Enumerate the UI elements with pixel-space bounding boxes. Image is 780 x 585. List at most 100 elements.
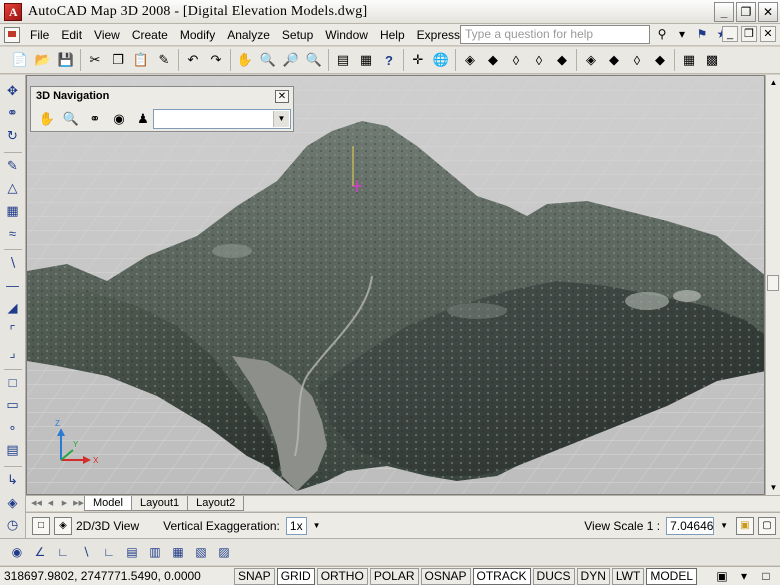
lock-icon[interactable]: ▣ [736, 516, 754, 535]
view-mode-label[interactable]: 2D/3D View [76, 519, 139, 533]
menu-window[interactable]: Window [319, 25, 374, 45]
osnap-toggle[interactable]: OSNAP [420, 567, 471, 585]
fillet-icon[interactable]: ⌟ [3, 343, 23, 363]
display-toggle-icon[interactable]: ▢ [758, 516, 776, 535]
map-feature-icon[interactable]: ◈ [3, 493, 23, 513]
otrack-toggle[interactable]: OTRACK [472, 567, 531, 585]
ortho-toggle[interactable]: ORTHO [316, 567, 368, 585]
chevron-down-icon[interactable]: ▼ [273, 111, 289, 127]
erase-icon[interactable]: ✎ [3, 156, 23, 176]
globe-icon[interactable]: 🌐 [431, 50, 451, 70]
array-icon[interactable]: ▦ [3, 201, 23, 221]
doc-minimize-button[interactable]: _ [722, 26, 738, 42]
extend-icon[interactable]: — [3, 276, 23, 296]
tab-model[interactable]: Model [84, 496, 132, 511]
map-tool-5-icon[interactable]: ◆ [552, 50, 572, 70]
menu-setup[interactable]: Setup [276, 25, 319, 45]
clock-icon[interactable]: ◷ [3, 515, 23, 535]
design-center-icon[interactable]: ▦ [356, 50, 376, 70]
zoom-realtime-icon[interactable]: 🔍 [258, 50, 278, 70]
save-icon[interactable]: 💾 [56, 50, 76, 70]
open-file-icon[interactable]: 📂 [33, 50, 53, 70]
communication-center-icon[interactable]: ⚑ [694, 26, 710, 42]
map-tool-4-icon[interactable]: ◊ [529, 50, 549, 70]
scroll-thumb[interactable] [767, 275, 779, 291]
map-tool-6-icon[interactable]: ◈ [581, 50, 601, 70]
close-button[interactable]: ✕ [758, 2, 778, 22]
map-layer-4-icon[interactable]: ▧ [192, 543, 210, 561]
map-tool-7-icon[interactable]: ◆ [604, 50, 624, 70]
rectangle-icon[interactable]: □ [3, 373, 23, 393]
undo-icon[interactable]: ↶ [183, 50, 203, 70]
match-properties-icon[interactable]: ✎ [154, 50, 174, 70]
tray-lock-icon[interactable]: ▣ [714, 568, 730, 584]
tab-layout2[interactable]: Layout2 [187, 496, 245, 511]
polar-toggle[interactable]: POLAR [369, 567, 419, 585]
document-icon[interactable] [4, 26, 20, 43]
menu-help[interactable]: Help [374, 25, 411, 45]
tab-layout1[interactable]: Layout1 [130, 496, 189, 511]
map-tool-2-icon[interactable]: ◆ [483, 50, 503, 70]
map-pan-icon[interactable]: ✛ [408, 50, 428, 70]
dyn-toggle[interactable]: DYN [576, 567, 610, 585]
explode-icon[interactable]: ∘ [3, 418, 23, 438]
dimension-radius-icon[interactable]: ∟ [100, 543, 118, 561]
offset-icon[interactable]: ≈ [3, 223, 23, 243]
menu-view[interactable]: View [88, 25, 126, 45]
scale-icon[interactable]: ◢ [3, 298, 23, 318]
dimension-angle-icon[interactable]: ∠ [31, 543, 49, 561]
map-layer-5-icon[interactable]: ▨ [215, 543, 233, 561]
menu-analyze[interactable]: Analyze [221, 25, 276, 45]
dropdown-icon[interactable]: ▾ [674, 26, 690, 42]
3d-navigation-close-button[interactable]: ✕ [275, 90, 289, 103]
minimize-button[interactable]: _ [714, 2, 734, 22]
menu-edit[interactable]: Edit [55, 25, 88, 45]
3d-zoom-icon[interactable]: 🔍 [61, 109, 81, 129]
doc-close-button[interactable]: ✕ [760, 26, 776, 42]
3d-orbit-icon[interactable]: ⚭ [85, 109, 105, 129]
dimension-linear-icon[interactable]: ∖ [77, 543, 95, 561]
lwt-toggle[interactable]: LWT [611, 567, 645, 585]
autocad-app-icon[interactable] [4, 2, 22, 21]
zoom-window-icon[interactable]: 🔎 [281, 50, 301, 70]
first-tab-icon[interactable]: ◀◀ [30, 497, 43, 510]
map-tool-3-icon[interactable]: ◊ [506, 50, 526, 70]
model-viewport[interactable]: Z X Y [26, 75, 765, 495]
map-tool-1-icon[interactable]: ◈ [460, 50, 480, 70]
map-layer-2-icon[interactable]: ▥ [146, 543, 164, 561]
3d-pan-icon[interactable]: ✋ [37, 109, 57, 129]
layer-icon[interactable]: ▩ [702, 50, 722, 70]
layout-icon[interactable]: □ [32, 516, 50, 535]
properties-icon[interactable]: ▤ [333, 50, 353, 70]
table-icon[interactable]: ▦ [679, 50, 699, 70]
stretch-icon[interactable]: ⌜ [3, 321, 23, 341]
copy-icon[interactable]: ❐ [108, 50, 128, 70]
mirror-icon[interactable]: △ [3, 178, 23, 198]
new-file-icon[interactable]: 📄 [10, 50, 30, 70]
zoom-previous-icon[interactable]: 🔍 [304, 50, 324, 70]
measure-icon[interactable]: ▤ [3, 441, 23, 461]
restore-button[interactable]: ❐ [736, 2, 756, 22]
next-tab-icon[interactable]: ▶ [58, 497, 71, 510]
redo-icon[interactable]: ↷ [206, 50, 226, 70]
scroll-down-arrow-icon[interactable]: ▼ [766, 480, 780, 495]
map-tool-8-icon[interactable]: ◊ [627, 50, 647, 70]
ducs-toggle[interactable]: DUCS [532, 567, 575, 585]
map-layer-3-icon[interactable]: ▦ [169, 543, 187, 561]
menu-express[interactable]: Express [411, 25, 466, 45]
polygon-icon[interactable]: ▭ [3, 396, 23, 416]
scroll-up-arrow-icon[interactable]: ▲ [766, 75, 780, 90]
vertical-scrollbar[interactable]: ▲ ▼ [765, 75, 780, 495]
menu-create[interactable]: Create [126, 25, 174, 45]
snap-toggle[interactable]: SNAP [234, 567, 275, 585]
help-icon[interactable]: ? [379, 50, 399, 70]
clean-screen-icon[interactable]: □ [758, 568, 774, 584]
polyline-icon[interactable]: ↳ [3, 470, 23, 490]
doc-restore-button[interactable]: ❐ [741, 26, 757, 42]
model-toggle[interactable]: MODEL [646, 567, 698, 585]
menu-file[interactable]: File [24, 25, 55, 45]
cut-icon[interactable]: ✂ [85, 50, 105, 70]
vertical-exaggeration-select[interactable]: 1x [285, 516, 307, 535]
map-tool-9-icon[interactable]: ◆ [650, 50, 670, 70]
3d-camera-icon[interactable]: ◉ [109, 109, 129, 129]
